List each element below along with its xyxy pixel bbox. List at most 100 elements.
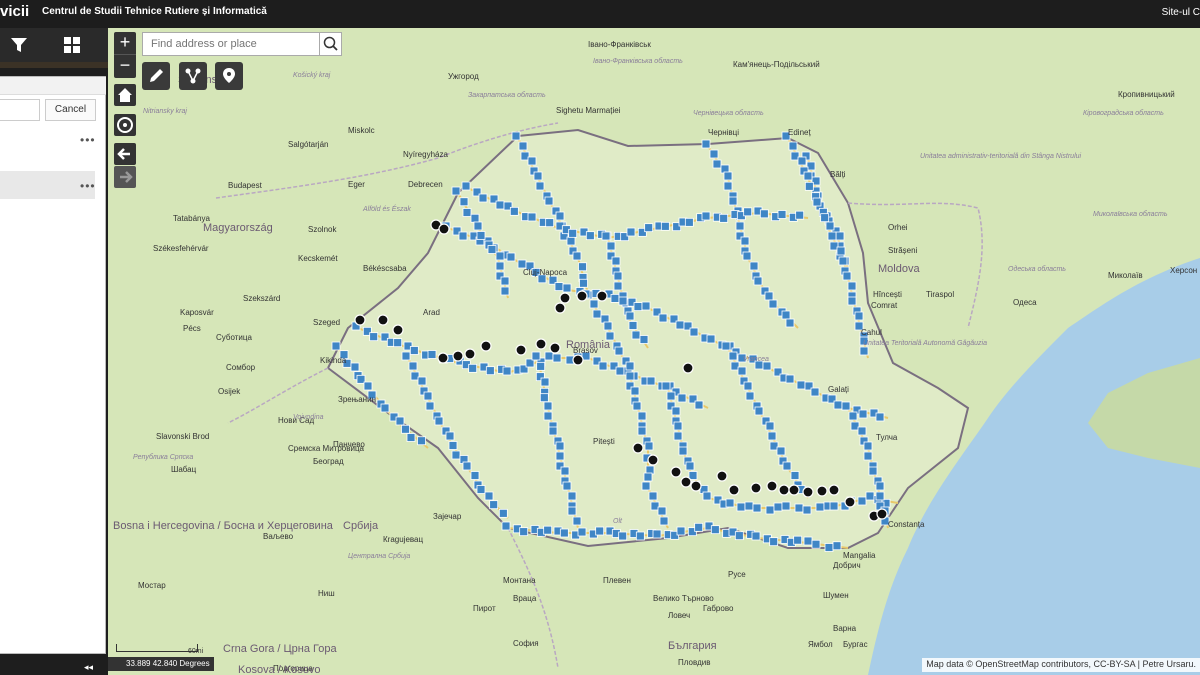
map-label: Vojvodina — [293, 414, 324, 421]
parking-marker-icon — [519, 527, 529, 537]
parking-marker-icon — [858, 409, 868, 419]
zoom-out-button[interactable]: − — [114, 54, 136, 76]
parking-marker-icon — [601, 231, 611, 241]
agency-title: Centrul de Studii Tehnice Rutiere și Inf… — [42, 6, 267, 17]
camera-marker-icon — [788, 484, 800, 496]
parking-marker-icon — [543, 401, 553, 411]
parking-marker-icon — [401, 351, 411, 361]
parking-marker-icon — [735, 221, 745, 231]
parking-marker-icon — [723, 171, 733, 181]
camera-marker-icon — [559, 292, 571, 304]
location-button[interactable] — [215, 62, 243, 90]
map-label: Unitatea Teritorială Autonomă Găgăuzia — [863, 340, 988, 347]
parking-marker-icon — [451, 450, 461, 460]
map-label: Кропивницький — [1118, 90, 1175, 99]
camera-marker-icon — [670, 466, 682, 478]
search-button[interactable] — [319, 33, 341, 55]
map-label: Edineț — [788, 128, 811, 137]
map-label: Шумен — [823, 591, 849, 600]
map-label: Суботица — [216, 333, 252, 342]
parking-marker-icon — [728, 351, 738, 361]
parking-marker-icon — [743, 381, 753, 391]
parking-marker-icon — [613, 281, 623, 291]
panel-search-input[interactable] — [0, 99, 40, 121]
map-label: Ниш — [318, 589, 335, 598]
site-link[interactable]: Site-ul C — [1162, 7, 1200, 18]
map-label: Nitriansky kraj — [143, 108, 187, 115]
location-pin-icon — [223, 68, 235, 83]
parking-marker-icon — [380, 403, 390, 413]
camera-marker-icon — [549, 342, 561, 354]
parking-marker-icon — [518, 141, 528, 151]
map-label: София — [513, 639, 539, 648]
parking-marker-icon — [723, 181, 733, 191]
map-label: Orhei — [888, 223, 908, 232]
camera-marker-icon — [728, 484, 740, 496]
zoom-in-button[interactable]: + — [114, 32, 136, 54]
map-label: Херсон — [1170, 266, 1198, 275]
map-label: Кragujевац — [383, 535, 424, 544]
map-label: Crna Gora / Црна Гора — [223, 643, 337, 655]
parking-marker-icon — [659, 516, 669, 526]
parking-marker-icon — [782, 461, 792, 471]
cancel-button[interactable]: Cancel — [45, 99, 96, 121]
map-label: Централна Србија — [348, 553, 411, 560]
parking-marker-icon — [678, 446, 688, 456]
more-options-icon[interactable]: ••• — [80, 179, 96, 193]
parking-marker-icon — [641, 301, 651, 311]
search-input[interactable] — [143, 33, 319, 55]
parking-marker-icon — [417, 436, 426, 446]
parking-marker-icon — [555, 211, 565, 221]
parking-marker-icon — [675, 320, 685, 330]
locate-button[interactable] — [114, 114, 136, 136]
parking-marker-icon — [567, 491, 577, 501]
map-view[interactable]: SlovenskoKošický krajУжгородЗакарпатська… — [108, 28, 1200, 675]
map-canvas[interactable] — [108, 28, 1200, 675]
camera-marker-icon — [437, 352, 449, 364]
map-label: Івано-Франківськ — [588, 40, 651, 49]
parking-marker-icon — [812, 197, 822, 207]
camera-marker-icon — [750, 482, 762, 494]
map-label: Варна — [833, 624, 857, 633]
camera-marker-icon — [438, 223, 450, 235]
draw-button[interactable] — [142, 62, 170, 90]
parking-marker-icon — [625, 311, 635, 321]
map-label: Мостар — [138, 581, 166, 590]
parking-marker-icon — [833, 400, 843, 410]
parking-marker-icon — [511, 131, 521, 141]
home-button[interactable] — [114, 84, 136, 106]
map-label: България — [668, 640, 717, 652]
parking-marker-icon — [745, 391, 755, 401]
map-label: Kecskemét — [298, 254, 338, 263]
collapse-panel-button[interactable]: ◂◂ — [84, 662, 93, 673]
coordinate-readout: 33.889 42.840 Degrees — [108, 657, 214, 671]
next-extent-button[interactable] — [114, 166, 136, 188]
parking-marker-icon — [694, 400, 704, 410]
parking-marker-icon — [712, 159, 722, 169]
previous-extent-button[interactable] — [114, 143, 136, 165]
parking-marker-icon — [500, 286, 510, 296]
parking-marker-icon — [773, 502, 783, 512]
map-label: Івано-Франківська область — [593, 58, 683, 65]
filter-icon[interactable] — [8, 34, 30, 56]
parking-marker-icon — [613, 271, 623, 281]
map-label: Comrat — [871, 301, 898, 310]
map-label: Панчево — [333, 440, 365, 449]
map-label: Bosna i Hercegovina / Босна и Херцеговин… — [113, 520, 333, 532]
map-label: Miskolc — [348, 126, 375, 135]
parking-marker-icon — [459, 197, 469, 207]
home-icon — [118, 88, 132, 102]
grid-icon[interactable] — [61, 34, 83, 56]
parking-marker-icon — [776, 446, 786, 456]
camera-marker-icon — [802, 486, 814, 498]
parking-marker-icon — [554, 282, 564, 292]
camera-marker-icon — [716, 470, 728, 482]
map-label: Одеська область — [1008, 266, 1066, 273]
parking-marker-icon — [572, 516, 582, 526]
parking-marker-icon — [451, 186, 461, 196]
parking-marker-icon — [395, 416, 405, 426]
more-options-icon[interactable]: ••• — [80, 133, 96, 147]
parking-marker-icon — [694, 522, 704, 532]
directions-button[interactable] — [179, 62, 207, 90]
parking-marker-icon — [802, 505, 812, 515]
